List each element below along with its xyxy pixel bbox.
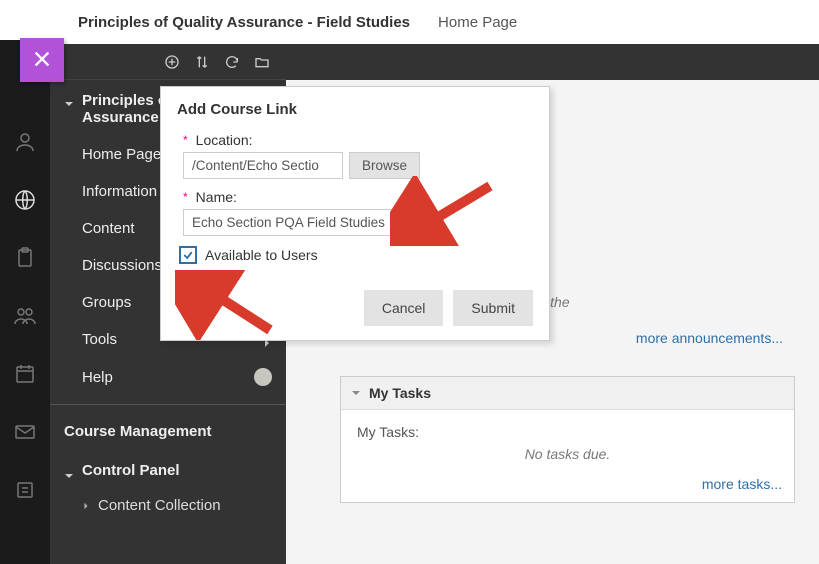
name-label: Name: — [196, 189, 237, 205]
more-tasks-link[interactable]: more tasks... — [702, 476, 782, 492]
control-panel-label: Control Panel — [82, 462, 180, 479]
mail-icon[interactable] — [13, 420, 37, 444]
content-collection-label: Content Collection — [98, 497, 221, 514]
available-label: Available to Users — [205, 247, 318, 263]
management-section: Course Management — [50, 405, 286, 440]
available-to-users-row[interactable]: Available to Users — [177, 246, 533, 264]
page-title: Principles of Quality Assurance - Field … — [78, 14, 410, 31]
sidebar-item-label: Tools — [82, 331, 117, 348]
my-tasks-title: My Tasks — [369, 385, 431, 401]
management-heading: Course Management — [64, 423, 272, 440]
cancel-button[interactable]: Cancel — [364, 290, 444, 326]
sidebar-item-label: Information — [82, 183, 157, 200]
user-icon[interactable] — [13, 130, 37, 154]
expand-dot-icon — [256, 498, 272, 514]
browse-button[interactable]: Browse — [349, 152, 420, 179]
folder-icon[interactable] — [254, 54, 270, 70]
home-page-link[interactable]: Home Page — [438, 14, 517, 31]
my-tasks-panel: My Tasks My Tasks: No tasks due. more ta… — [340, 376, 795, 503]
location-label: Location: — [196, 132, 253, 148]
name-input[interactable] — [183, 209, 431, 236]
content-collection-row[interactable]: Content Collection — [50, 487, 286, 524]
plus-icon[interactable] — [164, 54, 180, 70]
page-header: Principles of Quality Assurance - Field … — [0, 0, 819, 44]
sidebar-item-label: Content — [82, 220, 135, 237]
sidebar-item-label: Discussions — [82, 257, 162, 274]
close-button[interactable] — [20, 38, 64, 82]
more-announcements-link[interactable]: more announcements... — [636, 330, 783, 346]
available-checkbox[interactable] — [179, 246, 197, 264]
reorder-icon[interactable] — [194, 54, 210, 70]
close-icon — [31, 48, 53, 73]
globe-icon[interactable] — [13, 188, 37, 212]
calendar-icon[interactable] — [13, 362, 37, 386]
my-tasks-label: My Tasks: — [357, 424, 778, 440]
control-panel-row[interactable]: Control Panel — [50, 454, 286, 487]
required-star-icon: * — [183, 133, 188, 147]
expand-dot-icon — [254, 368, 272, 386]
dialog-title: Add Course Link — [177, 101, 533, 118]
sidebar-toolbar — [50, 44, 286, 80]
chevron-right-icon — [82, 497, 90, 514]
chevron-down-icon — [351, 385, 361, 401]
clipboard-icon[interactable] — [13, 246, 37, 270]
add-course-link-dialog: Add Course Link * Location: Browse * Nam… — [160, 86, 550, 341]
sidebar-item-help[interactable]: Help — [50, 358, 286, 396]
location-input[interactable] — [183, 152, 343, 179]
no-tasks-text: No tasks due. — [357, 446, 778, 462]
submit-button[interactable]: Submit — [453, 290, 533, 326]
chevron-down-icon — [64, 468, 74, 478]
my-tasks-heading[interactable]: My Tasks — [341, 377, 794, 410]
group-icon[interactable] — [13, 304, 37, 328]
sidebar-item-label: Home Page — [82, 146, 161, 163]
required-star-icon: * — [183, 190, 188, 204]
document-icon[interactable] — [13, 478, 37, 502]
sidebar-item-label: Help — [82, 369, 113, 386]
icon-rail — [0, 40, 50, 564]
chevron-down-icon — [64, 96, 74, 106]
course-title-line2: Assurance — [82, 109, 159, 126]
refresh-icon[interactable] — [224, 54, 240, 70]
sidebar-item-label: Groups — [82, 294, 131, 311]
